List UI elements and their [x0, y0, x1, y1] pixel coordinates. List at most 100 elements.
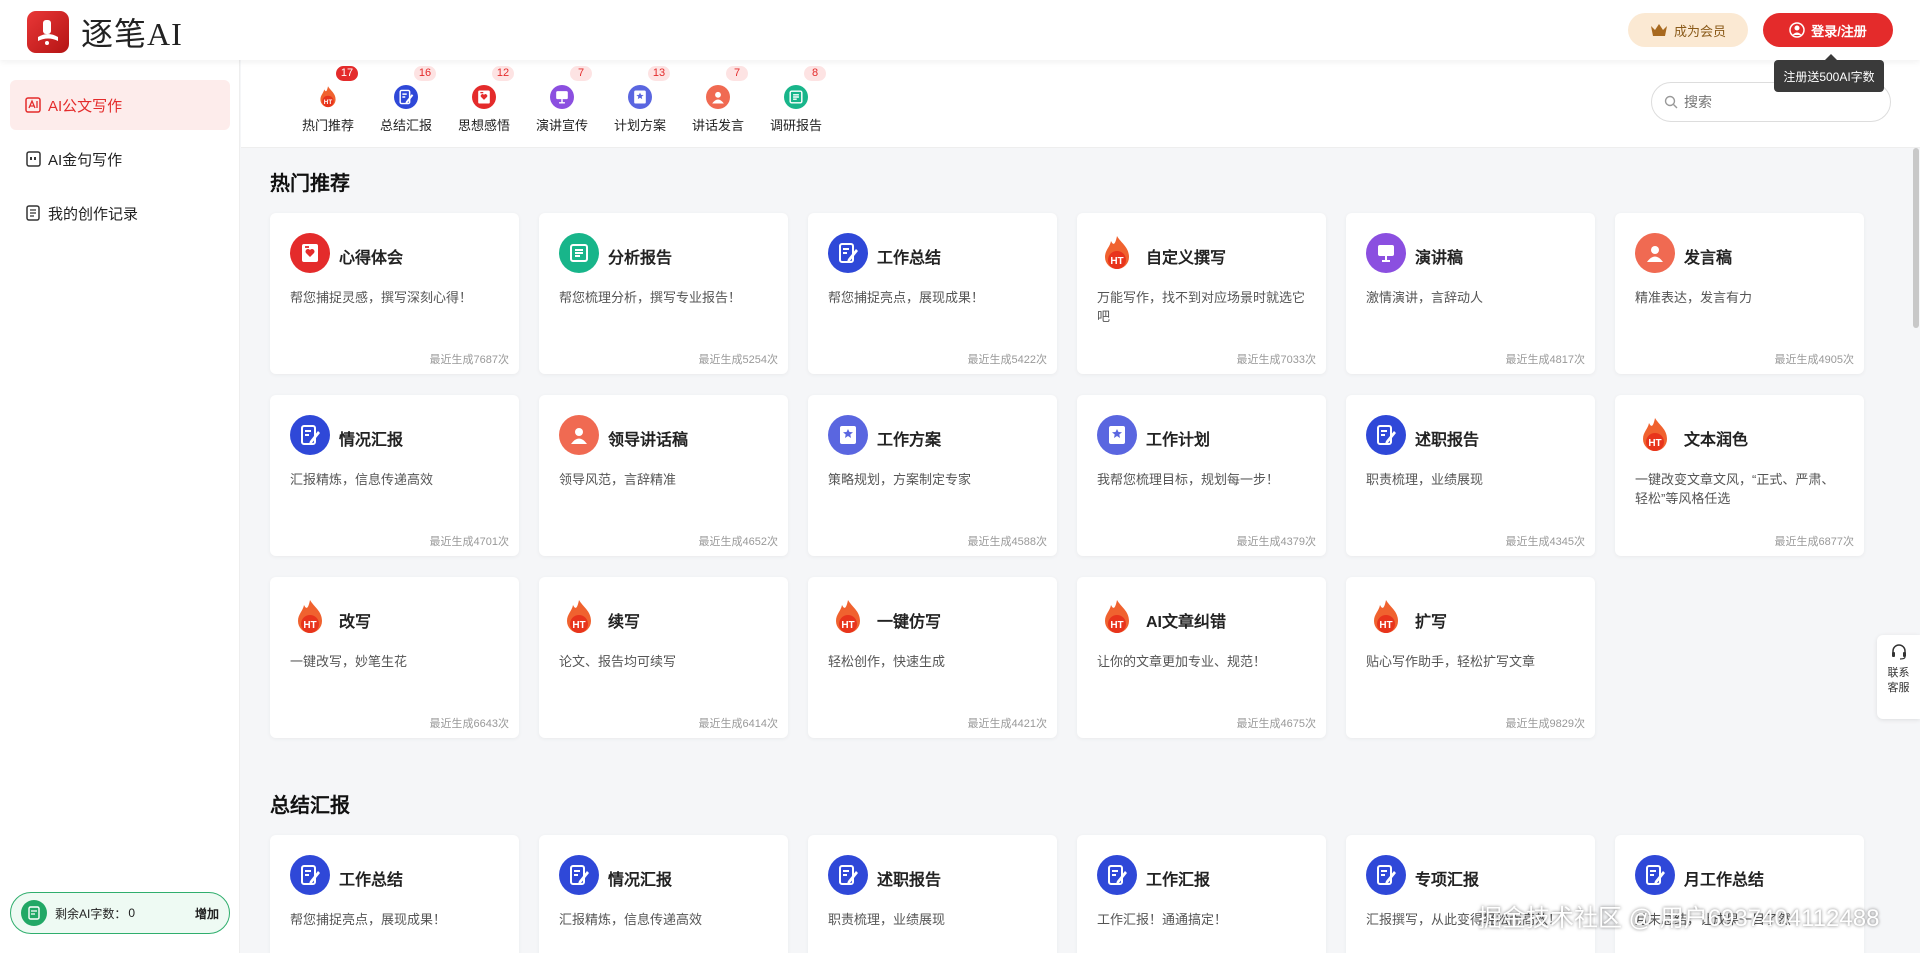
template-card[interactable]: 情况汇报汇报精炼，信息传递高效最近生成4701次 — [539, 835, 788, 953]
category-label: 计划方案 — [613, 118, 666, 133]
flame-ht-icon: HT — [1097, 233, 1137, 273]
category-tab-4[interactable]: 计划方案 — [600, 85, 680, 134]
speaker-icon — [559, 415, 599, 455]
category-tab-0[interactable]: HT 热门推荐 — [288, 85, 368, 134]
sidebar-item-label: AI金句写作 — [48, 151, 123, 169]
card-description: 帮您捕捉灵感，撰写深刻心得！ — [290, 290, 473, 305]
template-card[interactable]: HT AI文章纠错 让你的文章更加专业、规范！ 最近生成4675次 — [1077, 577, 1326, 738]
user-icon — [1789, 22, 1805, 38]
headset-icon — [1891, 644, 1906, 660]
watermark: 掘金技术社区 @ 用户6937404112488 — [1478, 905, 1880, 932]
card-usage-count: 最近生成7033次 — [1236, 354, 1316, 366]
template-card[interactable]: HT 扩写 贴心写作助手，轻松扩写文章 最近生成9829次 — [1346, 577, 1595, 738]
card-description: 帮您梳理分析，撰写专业报告！ — [559, 290, 742, 305]
template-card[interactable]: 工作计划 我帮您梳理目标，规划每一步！ 最近生成4379次 — [1077, 395, 1326, 556]
sidebar-item-ai-quote-writing[interactable]: AI金句写作 — [10, 134, 230, 184]
flame-ht-icon: HT — [828, 597, 868, 637]
card-description: 汇报精炼，信息传递高效 — [290, 472, 434, 487]
card-description: 汇报精炼，信息传递高效 — [559, 912, 703, 927]
pen-doc-icon — [1635, 855, 1675, 895]
category-count-badge: 8 — [804, 66, 826, 81]
template-card[interactable]: 月工作总结月末总结，让成果一目了然最近生成3261次 — [1615, 835, 1864, 953]
login-tooltip: 注册送500AI字数 — [1774, 54, 1884, 92]
template-card[interactable]: 演讲稿 激情演讲，言辞动人 最近生成4817次 — [1346, 213, 1595, 374]
pen-doc-icon — [290, 855, 330, 895]
pen-doc-icon — [1366, 415, 1406, 455]
pen-doc-icon — [828, 855, 868, 895]
card-usage-count: 最近生成5254次 — [698, 354, 778, 366]
card-description: 职责梳理，业绩展现 — [828, 912, 946, 927]
category-tab-3[interactable]: 演讲宣传 — [522, 85, 602, 134]
category-label: 讲话发言 — [691, 118, 744, 133]
contact-label-line2: 客服 — [1887, 682, 1910, 694]
category-label: 调研报告 — [769, 118, 822, 133]
category-label: 热门推荐 — [301, 118, 354, 133]
card-title: 改写 — [339, 614, 372, 631]
card-title: 心得体会 — [339, 250, 404, 267]
template-card[interactable]: 分析报告 帮您梳理分析，撰写专业报告！ 最近生成5254次 — [539, 213, 788, 374]
card-usage-count: 最近生成6643次 — [429, 718, 509, 730]
card-title: 演讲稿 — [1415, 250, 1464, 267]
template-card[interactable]: 工作总结帮您捕捉亮点，展现成果！最近生成5422次 — [808, 213, 1057, 374]
template-card[interactable]: 心得体会帮您捕捉灵感，撰写深刻心得！ 最近生成7687次 — [270, 213, 519, 374]
quota-value: 0 — [128, 906, 136, 920]
top-header: 逐笔AI 成为会员 登录/注册 — [0, 0, 1920, 60]
template-card[interactable]: 工作总结帮您捕捉亮点，展现成果！最近生成5422次 — [270, 835, 519, 953]
section-title: 总结汇报 — [270, 795, 350, 817]
card-description: 精准表达，发言有力 — [1635, 290, 1753, 305]
template-card[interactable]: 工作方案 策略规划，方案制定专家 最近生成4588次 — [808, 395, 1057, 556]
category-count-badge: 7 — [570, 66, 592, 81]
card-description: 让你的文章更加专业、规范！ — [1097, 654, 1267, 669]
card-title: 领导讲话稿 — [608, 432, 689, 449]
template-card[interactable]: HT 续写 论文、报告均可续写 最近生成6414次 — [539, 577, 788, 738]
card-usage-count: 最近生成4701次 — [429, 536, 509, 548]
category-tab-5[interactable]: 讲话发言 — [678, 85, 758, 134]
become-member-button[interactable]: 成为会员 — [1628, 13, 1748, 47]
template-card[interactable]: HT 改写 一键改写，妙笔生花 最近生成6643次 — [270, 577, 519, 738]
card-title: 情况汇报 — [608, 872, 673, 889]
template-card[interactable]: 工作汇报工作汇报！通通搞定！最近生成3178次 — [1077, 835, 1326, 953]
category-tab-1[interactable]: 总结汇报 — [366, 85, 446, 134]
card-description: 帮您捕捉亮点，展现成果！ — [290, 912, 447, 927]
category-tab-2[interactable]: 思想感悟 — [444, 85, 524, 134]
template-card[interactable]: HT 一键仿写 轻松创作，快速生成 最近生成4421次 — [808, 577, 1057, 738]
record-book-icon — [26, 205, 40, 221]
card-title: 情况汇报 — [339, 432, 404, 449]
search-icon — [1664, 95, 1678, 109]
pen-doc-icon — [828, 233, 868, 273]
card-title: 发言稿 — [1684, 250, 1733, 267]
scrollbar-thumb[interactable] — [1913, 148, 1919, 328]
flame-ht-icon: HT — [1097, 597, 1137, 637]
template-card[interactable]: 领导讲话稿 领导风范，言辞精准 最近生成4652次 — [539, 395, 788, 556]
section-title: 热门推荐 — [270, 173, 350, 195]
category-count-badge: 13 — [648, 66, 670, 81]
template-card[interactable]: 述职报告职责梳理，业绩展现最近生成4345次 — [808, 835, 1057, 953]
template-card[interactable]: 专项汇报汇报撰写，从此变得轻松而高效！最近生成3871次 — [1346, 835, 1595, 953]
card-description: 职责梳理，业绩展现 — [1366, 472, 1484, 487]
svg-text:HT: HT — [324, 99, 333, 106]
template-card[interactable]: 述职报告职责梳理，业绩展现最近生成4345次 — [1346, 395, 1595, 556]
sidebar-item-my-records[interactable]: 我的创作记录 — [10, 188, 230, 238]
logo[interactable]: 逐笔AI — [27, 9, 183, 55]
become-member-label: 成为会员 — [1673, 23, 1726, 39]
heart-doc-icon — [290, 233, 330, 273]
template-card[interactable]: HT 自定义撰写 万能写作，找不到对应场景时就选它吧 最近生成7033次 — [1077, 213, 1326, 374]
contact-support-button[interactable]: 联系 客服 — [1877, 635, 1920, 719]
plan-doc-icon — [628, 85, 652, 109]
card-usage-count: 最近生成7687次 — [429, 354, 509, 366]
sidebar-item-ai-document-writing[interactable]: AI公文写作 — [10, 80, 230, 130]
category-tab-6[interactable]: 调研报告 — [756, 85, 836, 134]
add-quota-button[interactable]: 增加 — [195, 905, 219, 922]
template-card[interactable]: 情况汇报汇报精炼，信息传递高效最近生成4701次 — [270, 395, 519, 556]
search-input[interactable] — [1684, 94, 1864, 110]
template-card[interactable]: 发言稿精准表达，发言有力最近生成4905次 — [1615, 213, 1864, 374]
card-usage-count: 最近生成4905次 — [1774, 354, 1854, 366]
category-label: 思想感悟 — [457, 118, 510, 133]
heart-doc-icon — [472, 85, 496, 109]
card-title: 月工作总结 — [1684, 872, 1765, 889]
login-register-button[interactable]: 登录/注册 — [1763, 13, 1893, 47]
quota-label: 剩余AI字数： — [55, 906, 127, 921]
template-card[interactable]: HT 文本润色 一键改变文章文风，“正式、严肃、轻松”等风格任选 最近生成6877次 — [1615, 395, 1864, 556]
card-description: 帮您捕捉亮点，展现成果！ — [828, 290, 985, 305]
report-icon — [559, 233, 599, 273]
